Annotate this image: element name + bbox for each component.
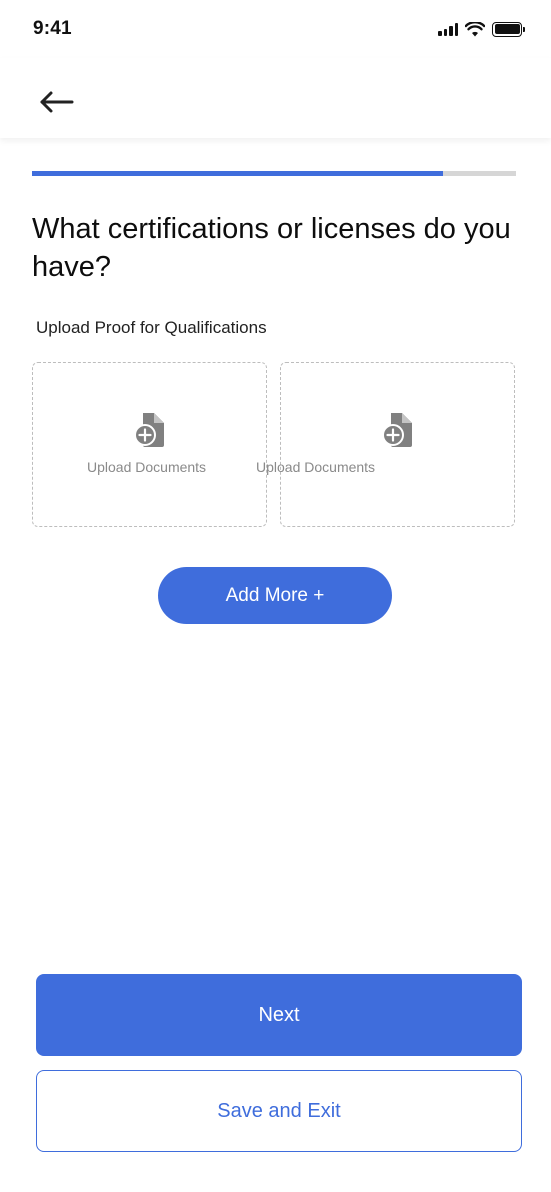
status-icons	[438, 20, 525, 38]
add-more-button[interactable]: Add More +	[158, 567, 392, 624]
cellular-signal-icon	[438, 22, 458, 36]
progress-bar-fill	[32, 171, 444, 176]
page-title: What certifications or licenses do you h…	[32, 213, 511, 283]
document-add-icon	[134, 413, 164, 447]
upload-documents-box[interactable]: Upload Documents	[256, 362, 515, 527]
save-and-exit-button[interactable]: Save and Exit	[36, 1070, 522, 1152]
upload-documents-label: Upload Documents	[256, 459, 376, 475]
header	[0, 58, 551, 138]
screen: 9:41 What certifications or licenses do …	[0, 0, 551, 1192]
wifi-icon	[465, 21, 485, 36]
progress-bar	[32, 171, 516, 176]
upload-section-label: Upload Proof for Qualifications	[36, 318, 267, 337]
back-button[interactable]	[30, 80, 82, 124]
upload-documents-label: Upload Documents	[87, 459, 207, 475]
upload-documents-box[interactable]: Upload Documents	[32, 362, 267, 527]
document-add-icon	[382, 413, 412, 447]
battery-icon	[492, 21, 525, 37]
status-bar: 9:41	[0, 0, 551, 58]
status-time: 9:41	[33, 18, 72, 39]
arrow-left-icon	[40, 91, 74, 113]
next-button[interactable]: Next	[36, 974, 522, 1056]
